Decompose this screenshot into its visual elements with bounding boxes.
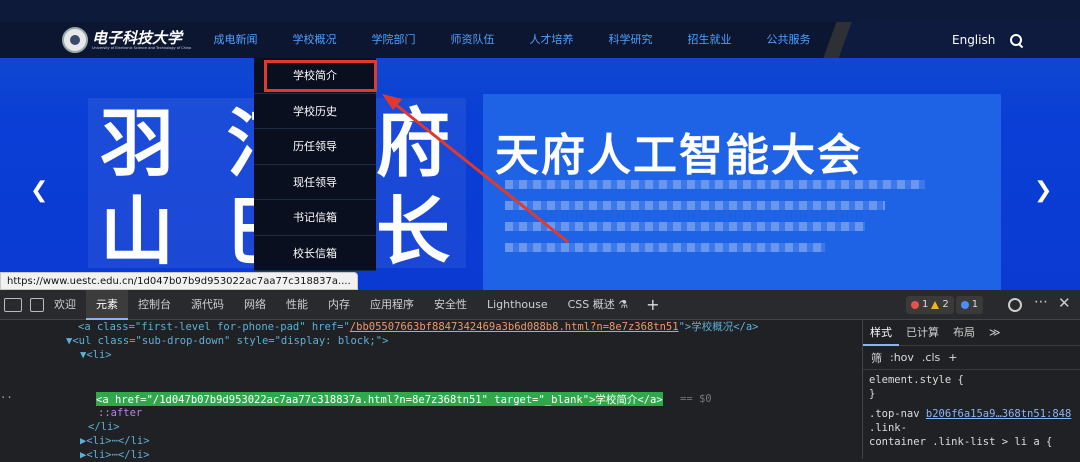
dom-tag: ">学校概况</a> — [678, 321, 759, 333]
issue-badges[interactable]: 12 1 — [906, 296, 984, 314]
nav-item-research[interactable]: 科学研究 — [591, 22, 670, 58]
carousel-next-icon[interactable]: ❯ — [1034, 178, 1052, 203]
gutter-dots: ·· — [0, 392, 13, 404]
nav-item-education[interactable]: 人才培养 — [512, 22, 591, 58]
dropdown-item-president-mailbox[interactable]: 校长信箱 — [254, 236, 376, 271]
rule-selector-cont: .link- — [869, 422, 907, 434]
toggle-cls[interactable]: .cls — [922, 351, 940, 364]
banner-right-title: 天府人工智能大会 — [495, 130, 863, 181]
tab-performance[interactable]: 性能 — [276, 290, 318, 320]
banner-blurred-text — [505, 180, 925, 264]
nav-item-admissions[interactable]: 招生就业 — [670, 22, 749, 58]
carousel-prev-icon[interactable]: ❮ — [30, 178, 48, 203]
info-count: 1 — [971, 299, 979, 310]
devtools-panel: 欢迎 元素 控制台 源代码 网络 性能 内存 应用程序 安全性 Lighthou… — [0, 289, 1080, 462]
dom-node-line[interactable]: <a class="first-level for-phone-pad" hre… — [78, 320, 759, 334]
top-strip — [0, 0, 1080, 22]
styles-tab-bar: 样式 已计算 布局 ≫ — [863, 320, 1080, 346]
nav-item-services[interactable]: 公共服务 — [749, 22, 828, 58]
toggle-hov[interactable]: :hov — [890, 351, 914, 364]
new-rule-button[interactable]: + — [948, 351, 957, 364]
selected-dom-node[interactable]: <a href="/1d047b07b9d953022ac7aa77c31883… — [96, 392, 663, 406]
error-count: 1 — [922, 299, 929, 310]
console-ref: == $0 — [680, 393, 712, 405]
elements-tree: <a class="first-level for-phone-pad" hre… — [0, 320, 862, 462]
status-bar-url: https://www.uestc.edu.cn/1d047b07b9d9530… — [0, 272, 358, 290]
banner-left-r-line-2: 长 — [376, 189, 450, 275]
styles-pane: 样式 已计算 布局 ≫ 筛 :hov .cls + element.style … — [862, 320, 1080, 459]
university-logo[interactable]: 电子科技大学 University of Electronic Science … — [62, 27, 191, 53]
info-badge[interactable]: 1 — [955, 296, 984, 314]
element-style-rule[interactable]: element.style { — [863, 373, 1080, 387]
tab-elements[interactable]: 元素 — [86, 289, 128, 320]
warning-count: 2 — [942, 299, 949, 310]
rule-selector-cont: container .link-list > li a { — [869, 436, 1053, 448]
seal-icon — [62, 27, 88, 53]
filter-input[interactable]: 筛 — [871, 350, 882, 366]
annotation-highlight-box — [264, 60, 377, 92]
dropdown-item-past-leaders[interactable]: 历任领导 — [254, 129, 376, 165]
blurred-line — [505, 201, 885, 210]
dropdown-item-history[interactable]: 学校历史 — [254, 94, 376, 129]
pseudo-element[interactable]: ::after — [98, 406, 142, 420]
dom-href-link[interactable]: /bb05507663bf8847342469a3b6d088b8.html?n… — [350, 321, 679, 333]
styles-toolbar: 筛 :hov .cls + — [863, 346, 1080, 370]
warning-icon — [931, 301, 940, 309]
more-tabs-icon[interactable]: ≫ — [982, 320, 1008, 346]
rule-header: .top-nav b206f6a15a9…368tn51:848 — [863, 407, 1080, 421]
dom-node-line[interactable]: </li> — [88, 420, 120, 434]
more-options-icon[interactable]: ⋯ — [1034, 294, 1048, 310]
blurred-line — [505, 243, 825, 252]
tab-memory[interactable]: 内存 — [318, 290, 360, 320]
dropdown-item-secretary-mailbox[interactable]: 书记信箱 — [254, 200, 376, 236]
nav-item-overview[interactable]: 学校概况 — [275, 22, 354, 58]
language-switch[interactable]: English — [952, 33, 995, 47]
dom-node-line[interactable]: ▼<ul class="sub-drop-down" style="displa… — [66, 334, 388, 348]
close-icon[interactable]: ✕ — [1058, 294, 1071, 312]
logo-subtitle: University of Electronic Science and Tec… — [92, 46, 192, 50]
tab-styles[interactable]: 样式 — [863, 320, 899, 346]
dom-node-line[interactable]: ▶<li>⋯</li> — [80, 448, 150, 462]
nav-item-departments[interactable]: 学院部门 — [354, 22, 433, 58]
tab-sources[interactable]: 源代码 — [181, 290, 234, 320]
blurred-line — [505, 180, 925, 189]
selected-node-text: <a href="/1d047b07b9d953022ac7aa77c31883… — [96, 394, 663, 406]
banner-left-title-right: 府 长 — [376, 100, 450, 276]
search-icon[interactable] — [1009, 33, 1023, 47]
add-tab-icon[interactable]: + — [638, 295, 667, 314]
dom-tag: <a class="first-level for-phone-pad" hre… — [78, 321, 350, 333]
tab-layout[interactable]: 布局 — [946, 320, 982, 346]
dom-node-line[interactable]: ▶<li>⋯</li> — [80, 434, 150, 448]
banner-left-r-line-1: 府 — [376, 101, 450, 187]
error-icon — [911, 301, 919, 309]
tab-console[interactable]: 控制台 — [128, 290, 181, 320]
inspect-icon[interactable] — [4, 297, 22, 312]
nav-right-tools: English — [952, 22, 1023, 58]
webpage-viewport: 电子科技大学 University of Electronic Science … — [0, 0, 1080, 290]
info-icon — [960, 301, 969, 309]
tab-lighthouse[interactable]: Lighthouse — [477, 290, 558, 320]
logo-text: 电子科技大学 — [92, 29, 183, 47]
gear-icon[interactable] — [1008, 298, 1022, 312]
nav-item-faculty[interactable]: 师资队伍 — [433, 22, 512, 58]
tab-css-overview[interactable]: CSS 概述 ⚗ — [558, 290, 639, 320]
rule-selector: .top-nav — [869, 408, 920, 420]
nav-menu: 成电新闻 学校概况 学院部门 师资队伍 人才培养 科学研究 招生就业 公共服务 — [196, 22, 828, 58]
tab-network[interactable]: 网络 — [234, 290, 276, 320]
error-badge[interactable]: 12 — [906, 296, 954, 314]
tab-computed[interactable]: 已计算 — [899, 320, 946, 346]
dom-node-line[interactable]: ▼<li> — [80, 348, 112, 362]
blurred-line — [505, 222, 865, 231]
tab-application[interactable]: 应用程序 — [360, 290, 424, 320]
tab-welcome[interactable]: 欢迎 — [44, 290, 86, 320]
nav-item-news[interactable]: 成电新闻 — [196, 22, 275, 58]
device-toggle-icon[interactable] — [30, 297, 44, 312]
rule-source-link[interactable]: b206f6a15a9…368tn51:848 — [926, 408, 1071, 420]
tab-security[interactable]: 安全性 — [424, 290, 477, 320]
dropdown-item-current-leaders[interactable]: 现任领导 — [254, 165, 376, 200]
rule-close: } — [869, 388, 876, 400]
